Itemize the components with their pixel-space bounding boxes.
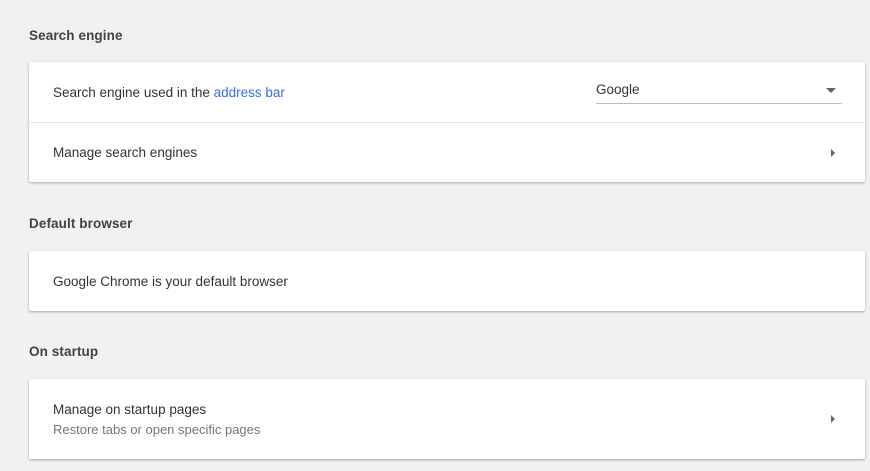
search-engine-selected-value: Google (596, 82, 640, 97)
manage-startup-pages-row[interactable]: Manage on startup pages Restore tabs or … (29, 379, 865, 459)
default-browser-row: Google Chrome is your default browser (29, 251, 865, 311)
default-browser-status: Google Chrome is your default browser (53, 273, 288, 289)
default-browser-heading: Default browser (29, 216, 133, 231)
on-startup-card: Manage on startup pages Restore tabs or … (29, 379, 865, 459)
manage-startup-pages-sublabel: Restore tabs or open specific pages (53, 421, 261, 437)
chevron-right-icon (831, 415, 835, 423)
chevron-down-icon (826, 88, 836, 93)
default-browser-card: Google Chrome is your default browser (29, 251, 865, 311)
search-engine-row: Search engine used in the address bar Go… (29, 62, 865, 122)
search-engine-select[interactable]: Google (596, 76, 842, 104)
manage-search-engines-label: Manage search engines (53, 145, 198, 160)
search-engine-card: Search engine used in the address bar Go… (29, 62, 865, 182)
chevron-right-icon (831, 148, 835, 157)
manage-startup-pages-text: Manage on startup pages Restore tabs or … (53, 402, 841, 437)
manage-startup-pages-label: Manage on startup pages (53, 401, 207, 417)
search-engine-label-text: Search engine used in the (53, 84, 214, 100)
search-engine-heading: Search engine (29, 28, 123, 43)
manage-search-engines-row[interactable]: Manage search engines (29, 122, 865, 182)
on-startup-heading: On startup (29, 344, 99, 359)
address-bar-link[interactable]: address bar (214, 85, 285, 100)
